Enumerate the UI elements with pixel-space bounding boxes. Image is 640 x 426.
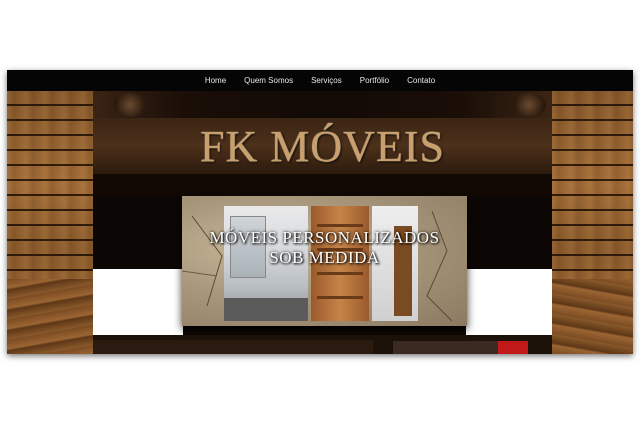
hero-caption: MÓVEIS PERSONALIZADOS SOB MEDIDA — [182, 228, 467, 268]
hero-line-1: MÓVEIS PERSONALIZADOS — [209, 228, 440, 247]
header-divider — [93, 174, 552, 196]
content-block-right — [466, 269, 552, 335]
website-frame: Home Quem Somos Serviços Portfólio Conta… — [7, 70, 633, 354]
content-block-left — [93, 269, 183, 335]
ornament-left-icon — [113, 93, 147, 117]
top-navigation: Home Quem Somos Serviços Portfólio Conta… — [7, 70, 633, 91]
header-ornament — [93, 91, 552, 118]
ornament-right-icon — [512, 93, 546, 117]
nav-portfolio[interactable]: Portfólio — [351, 76, 398, 85]
wood-floor-left — [7, 279, 93, 354]
footer-box — [393, 341, 501, 354]
nav-home[interactable]: Home — [196, 76, 235, 85]
hero-line-2: SOB MEDIDA — [269, 248, 380, 267]
content-column: FK MÓVEIS MÓVEIS PERSONALIZADOS SOB MEDI… — [93, 91, 552, 354]
footer-strip — [93, 340, 373, 354]
footer-band — [93, 335, 552, 354]
hero-slide[interactable]: MÓVEIS PERSONALIZADOS SOB MEDIDA — [182, 196, 467, 326]
header-banner: FK MÓVEIS — [93, 118, 552, 174]
nav-contato[interactable]: Contato — [398, 76, 444, 85]
nav-quem-somos[interactable]: Quem Somos — [235, 76, 302, 85]
site-logo[interactable]: FK MÓVEIS — [200, 121, 445, 172]
footer-red-button[interactable] — [498, 341, 528, 354]
nav-servicos[interactable]: Serviços — [302, 76, 351, 85]
wood-floor-right — [552, 279, 633, 354]
